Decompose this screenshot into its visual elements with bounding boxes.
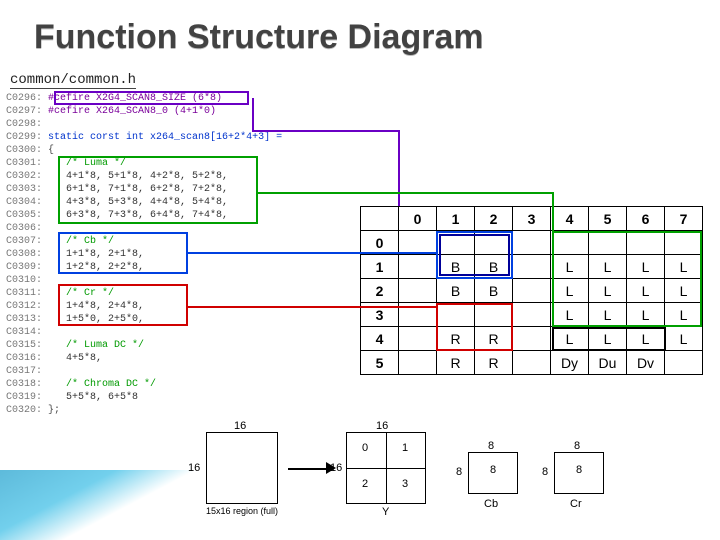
cell-label: 0	[362, 442, 368, 454]
grid-cell: L	[665, 279, 703, 303]
grid-cell	[437, 303, 475, 327]
dim-label: 8	[542, 466, 548, 478]
dim-label: 8	[488, 440, 494, 452]
row-header: 4	[361, 327, 399, 351]
grid-cell: Dy	[551, 351, 589, 375]
dim-label: 8	[456, 466, 462, 478]
grid-cell	[513, 231, 551, 255]
row-header: 5	[361, 351, 399, 375]
cell-label: 8	[576, 464, 582, 476]
cell-label: 3	[402, 478, 408, 490]
grid-cell: B	[475, 279, 513, 303]
grid-cell	[589, 231, 627, 255]
layout-sub-diagram: 16 16 15x16 region (full) 0 1 2 3 16 16 …	[206, 422, 710, 530]
grid-cell	[475, 303, 513, 327]
col-header: 4	[551, 207, 589, 231]
file-path-label: common/common.h	[10, 72, 136, 89]
arrow	[288, 468, 328, 470]
grid-cell	[399, 255, 437, 279]
grid-cell	[627, 231, 665, 255]
grid-cell: R	[475, 327, 513, 351]
grid-cell: L	[589, 279, 627, 303]
grid-cell: B	[475, 255, 513, 279]
col-header: 7	[665, 207, 703, 231]
grid-cell: L	[627, 255, 665, 279]
grid-cell	[513, 303, 551, 327]
grid-cell: B	[437, 255, 475, 279]
grid-cell	[665, 231, 703, 255]
dim-label: 16	[330, 462, 342, 474]
grid-cell	[513, 351, 551, 375]
row-header: 2	[361, 279, 399, 303]
grid-cell	[399, 231, 437, 255]
grid-cell	[513, 255, 551, 279]
col-header: 6	[627, 207, 665, 231]
grid-cell: L	[551, 327, 589, 351]
grid-cell: L	[589, 255, 627, 279]
col-header: 5	[589, 207, 627, 231]
dim-label: 8	[574, 440, 580, 452]
grid-cell	[551, 231, 589, 255]
grid-cell	[399, 351, 437, 375]
big-region-rect	[206, 432, 278, 504]
col-header: 2	[475, 207, 513, 231]
grid-cell: Dv	[627, 351, 665, 375]
grid-cell: L	[627, 279, 665, 303]
col-header: 1	[437, 207, 475, 231]
slide-title: Function Structure Diagram	[34, 18, 484, 57]
col-header: 3	[513, 207, 551, 231]
grid-cell	[399, 279, 437, 303]
grid-cell: L	[551, 303, 589, 327]
luma-connector	[552, 192, 554, 231]
grid-cell: L	[589, 327, 627, 351]
cr-connector	[188, 306, 436, 308]
connector-line	[252, 130, 398, 132]
grid-cell: B	[437, 279, 475, 303]
cb-connector	[188, 252, 436, 254]
grid-cell: L	[551, 255, 589, 279]
dim-label: 16	[188, 462, 200, 474]
y-label: Y	[382, 506, 389, 518]
cell-label: 2	[362, 478, 368, 490]
grid-cell: L	[627, 327, 665, 351]
grid-cell	[513, 327, 551, 351]
col-header: 0	[399, 207, 437, 231]
source-code-block: C0296: #cefire X2G4_SCAN8_SIZE (6*8) C02…	[6, 92, 282, 417]
grid-cell: L	[551, 279, 589, 303]
connector-line	[252, 98, 254, 132]
row-header: 1	[361, 255, 399, 279]
grid-cell: L	[665, 255, 703, 279]
grid-cell: L	[665, 303, 703, 327]
dim-label: 16	[376, 420, 388, 432]
grid-cell	[665, 351, 703, 375]
luma-connector	[258, 192, 552, 194]
connector-line	[398, 130, 400, 206]
grid-cell: L	[665, 327, 703, 351]
grid-cell	[437, 231, 475, 255]
grid-cell	[399, 327, 437, 351]
grid-cell	[513, 279, 551, 303]
region-caption: 15x16 region (full)	[206, 506, 278, 516]
scan8-grid-table: 0123456701BBLLLL2BBLLLL3LLLL4RRLLLL5RRDy…	[360, 206, 703, 375]
row-header: 0	[361, 231, 399, 255]
grid-cell: L	[627, 303, 665, 327]
grid-cell: R	[437, 351, 475, 375]
cr-label: Cr	[570, 498, 582, 510]
grid-cell: R	[437, 327, 475, 351]
cell-label: 1	[402, 442, 408, 454]
grid-cell: Du	[589, 351, 627, 375]
grid-cell	[475, 231, 513, 255]
cb-label: Cb	[484, 498, 498, 510]
cell-label: 8	[490, 464, 496, 476]
grid-cell: R	[475, 351, 513, 375]
grid-cell: L	[589, 303, 627, 327]
dim-label: 16	[234, 420, 246, 432]
